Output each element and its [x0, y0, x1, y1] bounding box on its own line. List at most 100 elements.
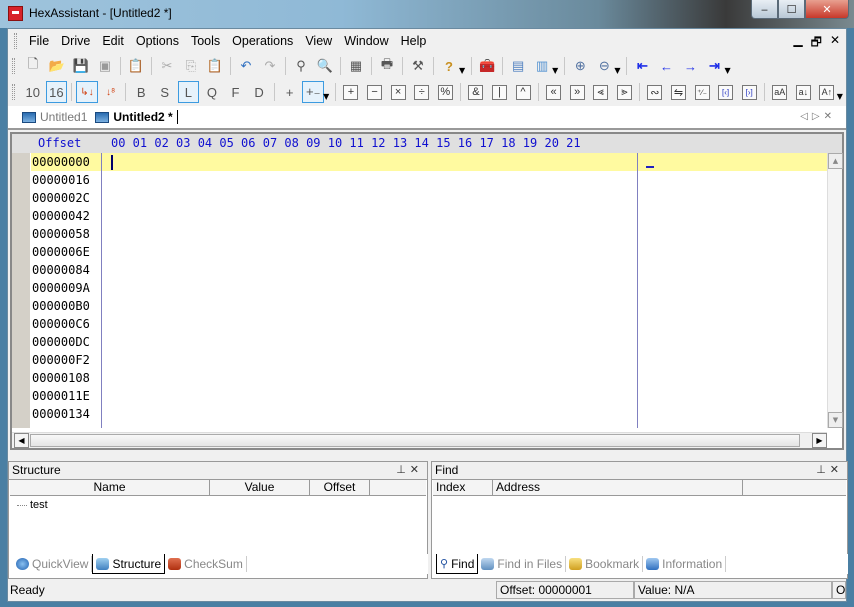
find-icon[interactable]: ⚲: [290, 55, 312, 77]
shift-right-icon[interactable]: »: [566, 81, 588, 103]
offset-row[interactable]: 0000011E: [31, 387, 101, 405]
window-close-button[interactable]: ✕: [805, 0, 849, 19]
tab-find[interactable]: ⚲ Find: [436, 554, 479, 574]
toolbar-grip[interactable]: [12, 58, 15, 74]
column-address[interactable]: Address: [493, 480, 743, 495]
size-long-button[interactable]: L: [177, 81, 200, 103]
offset-row[interactable]: 00000084: [31, 261, 101, 279]
save-all-icon[interactable]: ▣: [94, 55, 116, 77]
redo-icon[interactable]: ↷: [259, 55, 281, 77]
offset-row[interactable]: 0000009A: [31, 279, 101, 297]
hex-editor[interactable]: Offset 00 01 02 03 04 05 06 07 08 09 10 …: [10, 132, 844, 450]
pin-icon[interactable]: ⊥: [816, 464, 830, 476]
help-dropdown-arrow[interactable]: ▼: [459, 66, 465, 75]
tab-prev-icon[interactable]: ◁: [800, 111, 812, 122]
window-minimize-button[interactable]: ‒: [751, 0, 778, 19]
swap-icon[interactable]: ⇋: [668, 81, 690, 103]
tab-close-icon[interactable]: ✕: [824, 111, 836, 122]
menu-tools[interactable]: Tools: [185, 34, 226, 48]
close-icon[interactable]: ✕: [410, 464, 423, 476]
column-offset[interactable]: Offset: [310, 480, 370, 495]
toolbox-icon[interactable]: 🧰: [476, 55, 498, 77]
case-dropdown-arrow[interactable]: ▼: [837, 92, 843, 101]
tab-untitled1[interactable]: Untitled1: [18, 110, 91, 124]
zoom-in-icon[interactable]: ⊕: [569, 55, 591, 77]
document-icon[interactable]: ▤: [507, 55, 529, 77]
uppercase-icon[interactable]: A↑: [816, 81, 838, 103]
go-last-icon[interactable]: ⇥: [703, 55, 725, 77]
align-right-icon[interactable]: [›]: [738, 81, 760, 103]
open-folder-icon[interactable]: 📂: [46, 55, 68, 77]
horizontal-scrollbar[interactable]: ◀ ▶: [12, 432, 827, 448]
scroll-up-button[interactable]: ▲: [828, 153, 843, 169]
menu-window[interactable]: Window: [338, 34, 394, 48]
undo-icon[interactable]: ↶: [235, 55, 257, 77]
menu-edit[interactable]: Edit: [96, 34, 130, 48]
print-icon[interactable]: 🖶: [376, 55, 398, 77]
offset-row[interactable]: 00000042: [31, 207, 101, 225]
zoom-dropdown-arrow[interactable]: ▼: [614, 66, 620, 75]
little-endian-icon[interactable]: ↳↓: [76, 81, 98, 103]
bookmark-icon[interactable]: ▥: [531, 55, 553, 77]
sign-dropdown-arrow[interactable]: ▼: [323, 92, 329, 101]
tab-information[interactable]: Information: [643, 556, 727, 572]
go-back-icon[interactable]: ←: [655, 55, 677, 77]
tab-find-in-files[interactable]: Find in Files: [478, 556, 567, 572]
offset-row[interactable]: 0000006E: [31, 243, 101, 261]
tab-untitled2[interactable]: Untitled2 *: [91, 110, 178, 124]
rotate-left-icon[interactable]: ⪡: [590, 81, 612, 103]
select-block-icon[interactable]: ▦: [345, 55, 367, 77]
go-first-icon[interactable]: ⇤: [631, 55, 653, 77]
pin-icon[interactable]: ⊥: [396, 464, 410, 476]
base-10-button[interactable]: 10: [22, 81, 44, 103]
negate-icon[interactable]: ⁺∕₋: [691, 81, 713, 103]
offset-row[interactable]: 00000000: [31, 153, 101, 171]
hex-data-area[interactable]: [102, 153, 638, 428]
tab-bookmark[interactable]: Bookmark: [566, 556, 644, 572]
lowercase-icon[interactable]: a↓: [793, 81, 815, 103]
size-short-button[interactable]: S: [154, 81, 176, 103]
column-name[interactable]: Name: [10, 480, 210, 495]
paste-icon[interactable]: 📋: [204, 55, 226, 77]
cut-icon[interactable]: ✂: [156, 55, 178, 77]
new-file-icon[interactable]: 🗋: [22, 55, 44, 77]
go-forward-icon[interactable]: →: [679, 55, 701, 77]
offset-row[interactable]: 0000002C: [31, 189, 101, 207]
bookmark-dropdown-arrow[interactable]: ▼: [552, 66, 558, 75]
offset-row[interactable]: 00000134: [31, 405, 101, 423]
mdi-minimize-button[interactable]: ▁: [793, 33, 802, 54]
tab-structure[interactable]: Structure: [92, 554, 166, 574]
divide-icon[interactable]: ÷: [411, 81, 433, 103]
scroll-down-button[interactable]: ▼: [828, 412, 843, 428]
offset-row[interactable]: 000000DC: [31, 333, 101, 351]
menu-help[interactable]: Help: [395, 34, 433, 48]
offset-row[interactable]: 00000058: [31, 225, 101, 243]
size-float-button[interactable]: F: [225, 81, 247, 103]
menu-operations[interactable]: Operations: [226, 34, 299, 48]
invert-icon[interactable]: ∾: [644, 81, 666, 103]
and-icon[interactable]: &: [465, 81, 487, 103]
size-byte-button[interactable]: B: [130, 81, 152, 103]
menu-view[interactable]: View: [299, 34, 338, 48]
size-double-button[interactable]: D: [248, 81, 270, 103]
mdi-restore-button[interactable]: 🗗: [811, 33, 822, 54]
menu-file[interactable]: File: [23, 34, 55, 48]
column-index[interactable]: Index: [433, 480, 493, 495]
toggle-case-icon[interactable]: aA: [769, 81, 791, 103]
navigation-dropdown-arrow[interactable]: ▼: [724, 66, 730, 75]
big-endian-icon[interactable]: ↓⁸: [100, 81, 122, 103]
align-left-icon[interactable]: [‹]: [715, 81, 737, 103]
signed-icon[interactable]: +₋: [302, 81, 325, 103]
unsigned-icon[interactable]: +: [279, 81, 301, 103]
menu-options[interactable]: Options: [130, 34, 185, 48]
copy-icon[interactable]: ⎘: [180, 55, 202, 77]
tab-next-icon[interactable]: ▷: [812, 111, 824, 122]
size-quad-button[interactable]: Q: [201, 81, 223, 103]
help-icon[interactable]: ?: [438, 55, 460, 77]
column-value[interactable]: Value: [210, 480, 310, 495]
horizontal-scroll-thumb[interactable]: [30, 434, 800, 447]
offset-row[interactable]: 000000C6: [31, 315, 101, 333]
scroll-left-button[interactable]: ◀: [14, 433, 29, 448]
scroll-right-button[interactable]: ▶: [812, 433, 827, 448]
modulo-icon[interactable]: %: [435, 81, 457, 103]
